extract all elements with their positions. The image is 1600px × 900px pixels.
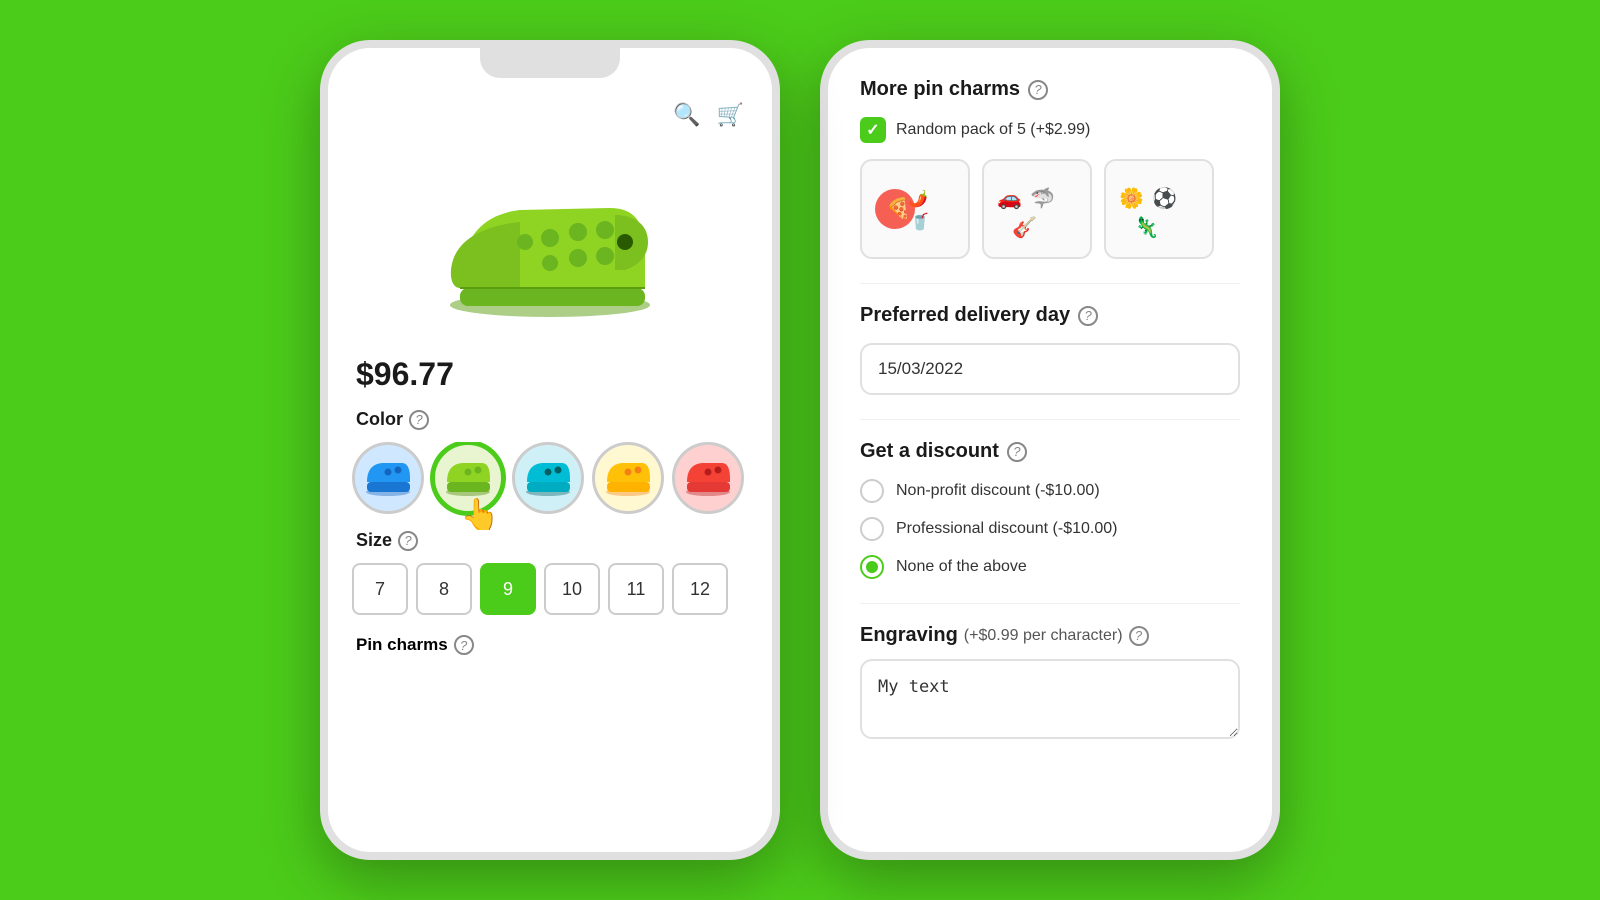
svg-text:🌶️: 🌶️ xyxy=(908,189,928,208)
delivery-date-input[interactable] xyxy=(860,343,1240,395)
pin-charms-section: Pin charms ? xyxy=(348,635,752,655)
search-icon[interactable]: 🔍 xyxy=(673,102,700,128)
svg-text:🌼: 🌼 xyxy=(1119,186,1144,210)
swatch-wrapper-yellow xyxy=(592,442,664,514)
more-pin-charms-help-icon[interactable]: ? xyxy=(1028,80,1048,100)
engraving-section-title: Engraving (+$0.99 per character) ? xyxy=(860,624,1240,647)
random-pack-checkbox-row[interactable]: Random pack of 5 (+$2.99) xyxy=(860,117,1240,143)
delivery-day-title-text: Preferred delivery day xyxy=(860,304,1070,327)
swatch-wrapper-cyan xyxy=(512,442,584,514)
charm-card-food[interactable]: 🍕 🌶️ 🥤 xyxy=(860,159,970,259)
delivery-day-title: Preferred delivery day ? xyxy=(860,304,1240,327)
discount-title: Get a discount ? xyxy=(860,440,1240,463)
product-price: $96.77 xyxy=(348,356,752,393)
swatch-wrapper-red xyxy=(672,442,744,514)
color-swatch-green[interactable] xyxy=(432,442,504,514)
size-btn-8[interactable]: 8 xyxy=(416,563,472,615)
delivery-day-help-icon[interactable]: ? xyxy=(1078,306,1098,326)
engraving-help-icon[interactable]: ? xyxy=(1129,626,1149,646)
svg-text:⚽: ⚽ xyxy=(1151,186,1177,210)
radio-professional-label: Professional discount (-$10.00) xyxy=(896,520,1117,538)
divider-3 xyxy=(860,603,1240,604)
left-phone: 🔍 🛒 xyxy=(320,40,780,860)
charm-misc-image: 🌼 ⚽ 🦎 xyxy=(1114,169,1204,249)
discount-radio-group: Non-profit discount (-$10.00) Profession… xyxy=(860,479,1240,579)
more-pin-charms-title-text: More pin charms xyxy=(860,78,1020,101)
product-image-area xyxy=(348,140,752,340)
charm-cards-container: 🍕 🌶️ 🥤 🚗 🦈 🎸 🌼 ⚽ 🦎 xyxy=(860,159,1240,259)
color-swatch-red[interactable] xyxy=(672,442,744,514)
discount-help-icon[interactable]: ? xyxy=(1007,442,1027,462)
size-section-label: Size ? xyxy=(348,530,752,551)
engraving-title-bold: Engraving xyxy=(860,624,958,647)
size-btn-11[interactable]: 11 xyxy=(608,563,664,615)
size-btn-9[interactable]: 9 xyxy=(480,563,536,615)
svg-text:🥤: 🥤 xyxy=(910,212,930,231)
svg-text:🦈: 🦈 xyxy=(1030,186,1055,210)
size-btn-7[interactable]: 7 xyxy=(352,563,408,615)
right-panel-content: More pin charms ? Random pack of 5 (+$2.… xyxy=(828,48,1272,852)
size-btn-12[interactable]: 12 xyxy=(672,563,728,615)
random-pack-label: Random pack of 5 (+$2.99) xyxy=(896,121,1090,139)
phone-top-bar: 🔍 🛒 xyxy=(348,98,752,140)
radio-none-label: None of the above xyxy=(896,558,1027,576)
radio-nonprofit[interactable]: Non-profit discount (-$10.00) xyxy=(860,479,1240,503)
right-panel: More pin charms ? Random pack of 5 (+$2.… xyxy=(820,40,1280,860)
color-help-icon[interactable]: ? xyxy=(409,410,429,430)
cart-icon[interactable]: 🛒 xyxy=(717,102,744,128)
size-help-icon[interactable]: ? xyxy=(398,531,418,551)
svg-text:🦎: 🦎 xyxy=(1134,215,1159,239)
pin-charms-help-icon[interactable]: ? xyxy=(454,635,474,655)
svg-text:🎸: 🎸 xyxy=(1012,215,1037,239)
charm-card-vehicles[interactable]: 🚗 🦈 🎸 xyxy=(982,159,1092,259)
radio-nonprofit-circle[interactable] xyxy=(860,479,884,503)
pin-charms-label: Pin charms xyxy=(356,635,448,655)
color-swatch-blue[interactable] xyxy=(352,442,424,514)
color-section-label: Color ? xyxy=(348,409,752,430)
engraving-subtitle: (+$0.99 per character) xyxy=(964,627,1123,645)
size-btn-10[interactable]: 10 xyxy=(544,563,600,615)
radio-none-circle[interactable] xyxy=(860,555,884,579)
phone-notch xyxy=(480,48,620,78)
color-swatches-container: 👆 xyxy=(348,442,752,530)
charm-card-misc[interactable]: 🌼 ⚽ 🦎 xyxy=(1104,159,1214,259)
random-pack-checkbox[interactable] xyxy=(860,117,886,143)
radio-professional[interactable]: Professional discount (-$10.00) xyxy=(860,517,1240,541)
more-pin-charms-title: More pin charms ? xyxy=(860,78,1240,101)
color-label-text: Color xyxy=(356,409,403,430)
charm-food-image: 🍕 🌶️ 🥤 xyxy=(870,169,960,249)
size-grid-container: 7 8 9 10 11 12 xyxy=(348,563,752,631)
svg-text:🚗: 🚗 xyxy=(997,188,1022,210)
divider-2 xyxy=(860,419,1240,420)
swatch-wrapper-blue xyxy=(352,442,424,514)
phone-left-content: 🔍 🛒 xyxy=(328,48,772,852)
color-swatch-cyan[interactable] xyxy=(512,442,584,514)
discount-title-text: Get a discount xyxy=(860,440,999,463)
engraving-text-input[interactable]: My text xyxy=(860,659,1240,739)
size-label-text: Size xyxy=(356,530,392,551)
radio-nonprofit-label: Non-profit discount (-$10.00) xyxy=(896,482,1100,500)
divider-1 xyxy=(860,283,1240,284)
swatch-wrapper-green: 👆 xyxy=(432,442,504,514)
radio-professional-circle[interactable] xyxy=(860,517,884,541)
color-swatch-yellow[interactable] xyxy=(592,442,664,514)
radio-none[interactable]: None of the above xyxy=(860,555,1240,579)
croc-shoe-image xyxy=(430,160,670,320)
charm-vehicles-image: 🚗 🦈 🎸 xyxy=(992,169,1082,249)
